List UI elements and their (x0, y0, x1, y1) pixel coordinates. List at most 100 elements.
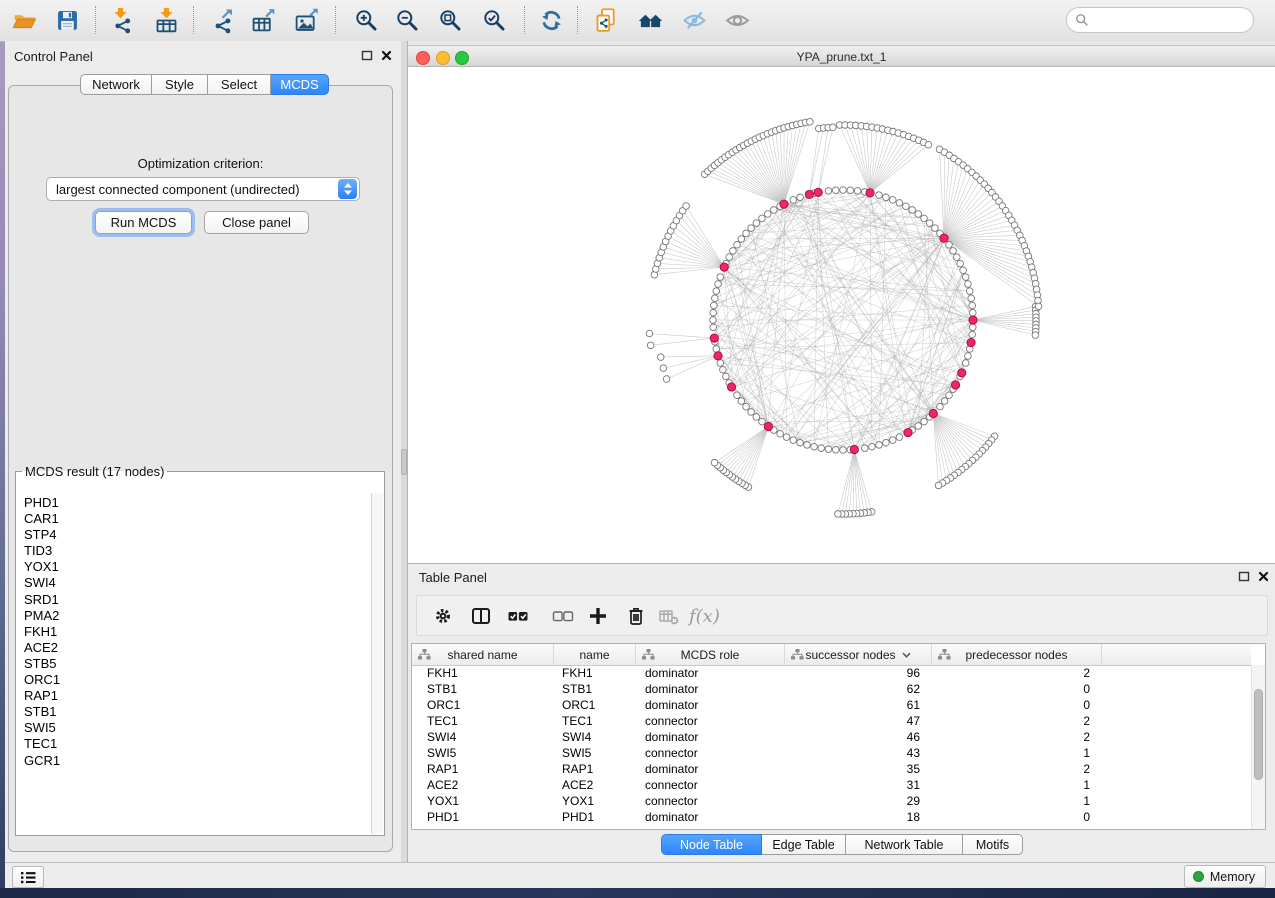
network-node[interactable] (797, 439, 804, 446)
memory-button[interactable]: Memory (1184, 865, 1266, 888)
network-node[interactable] (869, 443, 876, 450)
network-node[interactable] (969, 309, 976, 316)
network-node[interactable] (771, 207, 778, 214)
mcds-result-item[interactable]: PHD1 (24, 495, 383, 511)
tab-network[interactable]: Network (80, 74, 152, 95)
network-node[interactable] (925, 141, 932, 148)
network-node[interactable] (953, 254, 960, 261)
network-mcds-node[interactable] (714, 352, 722, 360)
network-canvas[interactable] (408, 67, 1275, 563)
network-mcds-node[interactable] (850, 445, 858, 453)
network-node[interactable] (921, 418, 928, 425)
network-mcds-node[interactable] (780, 200, 788, 208)
network-node[interactable] (646, 330, 653, 337)
export-image-button[interactable] (289, 3, 323, 37)
import-network-button[interactable] (103, 3, 137, 37)
network-node[interactable] (717, 274, 724, 281)
mcds-result-item[interactable]: TID3 (24, 543, 383, 559)
mcds-result-item[interactable]: ORC1 (24, 672, 383, 688)
mcds-result-item[interactable]: YOX1 (24, 559, 383, 575)
tab-style[interactable]: Style (152, 74, 208, 95)
network-node[interactable] (748, 225, 755, 232)
mcds-result-item[interactable]: STB5 (24, 656, 383, 672)
show-all-button[interactable] (720, 3, 754, 37)
tab-select[interactable]: Select (208, 74, 271, 95)
network-window-titlebar[interactable]: YPA_prune.txt_1 (408, 45, 1275, 67)
network-node[interactable] (811, 443, 818, 450)
table-row[interactable]: FKH1FKH1dominator962 (412, 665, 1251, 681)
neighbors-button[interactable] (633, 3, 667, 37)
mcds-result-item[interactable]: SWI5 (24, 720, 383, 736)
network-node[interactable] (734, 241, 741, 248)
add-column-button[interactable] (583, 601, 613, 631)
network-node[interactable] (937, 403, 944, 410)
table-row[interactable]: TEC1TEC1connector472 (412, 713, 1251, 729)
network-node[interactable] (753, 220, 760, 227)
open-session-button[interactable] (7, 3, 41, 37)
network-node[interactable] (896, 200, 903, 207)
network-node[interactable] (861, 445, 868, 452)
network-node[interactable] (759, 418, 766, 425)
network-node[interactable] (840, 447, 847, 454)
network-node[interactable] (847, 187, 854, 194)
import-table-button[interactable] (149, 3, 183, 37)
close-panel-button[interactable] (379, 49, 393, 62)
network-node[interactable] (726, 254, 733, 261)
network-node[interactable] (926, 220, 933, 227)
network-node[interactable] (647, 342, 654, 349)
network-node[interactable] (713, 288, 720, 295)
network-node[interactable] (717, 360, 724, 367)
network-node[interactable] (715, 281, 722, 288)
network-node[interactable] (950, 248, 957, 255)
table-row[interactable]: PHD1PHD1dominator180 (412, 809, 1251, 825)
search-field[interactable] (1066, 7, 1254, 33)
network-mcds-node[interactable] (904, 428, 912, 436)
network-node[interactable] (710, 317, 717, 324)
float-panel-button[interactable] (360, 49, 374, 62)
table-row[interactable]: RAP1RAP1dominator352 (412, 761, 1251, 777)
network-node[interactable] (818, 445, 825, 452)
column-header-successors[interactable]: successor nodes (785, 644, 932, 665)
network-node[interactable] (790, 437, 797, 444)
delete-column-button[interactable] (621, 601, 651, 631)
mcds-result-item[interactable]: GCR1 (24, 753, 383, 769)
network-node[interactable] (764, 211, 771, 218)
network-node[interactable] (711, 459, 718, 466)
tab-mcds[interactable]: MCDS (271, 74, 329, 95)
network-node[interactable] (889, 437, 896, 444)
network-node[interactable] (960, 267, 967, 274)
close-table-panel-button[interactable] (1256, 570, 1270, 583)
network-node[interactable] (830, 124, 837, 131)
network-node[interactable] (783, 434, 790, 441)
network-mcds-node[interactable] (967, 338, 975, 346)
network-node[interactable] (969, 324, 976, 331)
network-mcds-node[interactable] (958, 369, 966, 377)
tab-node-table[interactable]: Node Table (661, 834, 762, 855)
network-node[interactable] (790, 197, 797, 204)
network-node[interactable] (712, 295, 719, 302)
network-node[interactable] (965, 281, 972, 288)
network-node[interactable] (777, 430, 784, 437)
table-row[interactable]: ORC1ORC1dominator610 (412, 697, 1251, 713)
column-header-role[interactable]: MCDS role (636, 644, 785, 665)
tab-network-table[interactable]: Network Table (846, 834, 963, 855)
network-node[interactable] (832, 446, 839, 453)
mcds-result-item[interactable]: FKH1 (24, 624, 383, 640)
network-node[interactable] (896, 434, 903, 441)
search-input[interactable] (1094, 12, 1245, 28)
network-node[interactable] (657, 354, 664, 361)
network-node[interactable] (965, 353, 972, 360)
deselect-all-button[interactable] (548, 601, 578, 631)
network-node[interactable] (915, 423, 922, 430)
network-node[interactable] (753, 414, 760, 421)
network-mcds-node[interactable] (720, 263, 728, 271)
network-node[interactable] (730, 248, 737, 255)
export-table-button[interactable] (246, 3, 280, 37)
refresh-button[interactable] (534, 3, 568, 37)
network-node[interactable] (743, 230, 750, 237)
mcds-result-item[interactable]: PMA2 (24, 608, 383, 624)
mcds-result-item[interactable]: TEC1 (24, 736, 383, 752)
network-mcds-node[interactable] (866, 189, 874, 197)
criterion-select[interactable]: largest connected component (undirected) (46, 177, 360, 201)
network-node[interactable] (734, 392, 741, 399)
